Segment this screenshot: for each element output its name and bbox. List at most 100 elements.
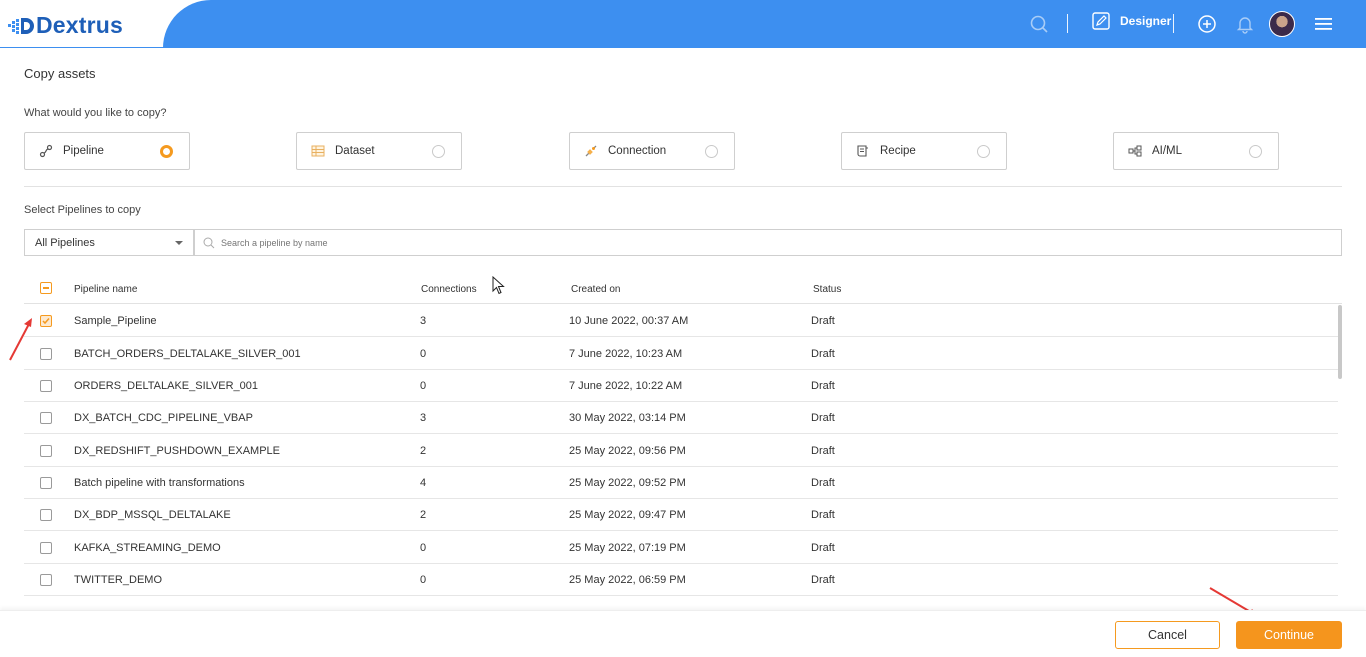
pipeline-name: BATCH_ORDERS_DELTALAKE_SILVER_001 — [74, 348, 301, 360]
asset-option-recipe[interactable]: Recipe — [841, 132, 1007, 170]
table-row[interactable]: BATCH_ORDERS_DELTALAKE_SILVER_001 0 7 Ju… — [24, 338, 1338, 370]
pipeline-search-box[interactable] — [194, 229, 1342, 256]
radio-selected[interactable] — [160, 145, 173, 158]
avatar[interactable] — [1269, 11, 1295, 37]
status: Draft — [811, 348, 835, 360]
status: Draft — [811, 315, 835, 327]
asset-option-label: Dataset — [335, 145, 375, 157]
aiml-icon — [1128, 144, 1142, 158]
table-header: Pipeline name Connections Created on Sta… — [24, 274, 1342, 304]
header-underline — [0, 47, 170, 48]
dropdown-value: All Pipelines — [35, 237, 95, 249]
pipeline-filter-dropdown[interactable]: All Pipelines — [24, 229, 194, 256]
top-header: Dextrus Designer — [0, 0, 1366, 48]
row-checkbox[interactable] — [40, 380, 52, 392]
brand-logo[interactable]: Dextrus — [8, 12, 123, 39]
table-row[interactable]: Sample_Pipeline 3 10 June 2022, 00:37 AM… — [24, 305, 1338, 337]
table-row[interactable]: Batch pipeline with transformations 4 25… — [24, 467, 1338, 499]
created-on: 7 June 2022, 10:23 AM — [569, 348, 683, 360]
page-title: Copy assets — [24, 66, 96, 81]
header-separator — [1067, 14, 1068, 33]
select-all-checkbox[interactable] — [40, 282, 52, 294]
dataset-icon — [311, 144, 325, 158]
created-on: 10 June 2022, 00:37 AM — [569, 315, 689, 327]
designer-label: Designer — [1120, 14, 1172, 28]
radio-unselected[interactable] — [1249, 145, 1262, 158]
created-on: 25 May 2022, 09:52 PM — [569, 477, 686, 489]
section-divider — [24, 186, 1342, 187]
connections-count: 0 — [420, 380, 427, 392]
table-row[interactable]: DX_BATCH_CDC_PIPELINE_VBAP 3 30 May 2022… — [24, 402, 1338, 434]
asset-option-label: Recipe — [880, 145, 916, 157]
brand-name: Dextrus — [36, 12, 124, 38]
status: Draft — [811, 542, 835, 554]
pipeline-icon — [39, 144, 53, 158]
asset-option-aiml[interactable]: AI/ML — [1113, 132, 1279, 170]
continue-button[interactable]: Continue — [1236, 621, 1342, 649]
row-checkbox[interactable] — [40, 445, 52, 457]
pipeline-name: DX_BATCH_CDC_PIPELINE_VBAP — [74, 412, 253, 424]
connections-count: 4 — [420, 477, 427, 489]
created-on: 30 May 2022, 03:14 PM — [569, 412, 686, 424]
column-header-created-on[interactable]: Created on — [571, 284, 620, 295]
connection-icon — [584, 144, 598, 158]
row-checkbox[interactable] — [40, 348, 52, 360]
asset-option-label: Pipeline — [63, 145, 104, 157]
pipeline-name: KAFKA_STREAMING_DEMO — [74, 542, 221, 554]
connections-count: 3 — [420, 412, 427, 424]
status: Draft — [811, 380, 835, 392]
header-separator — [1173, 14, 1174, 33]
row-checkbox[interactable] — [40, 315, 52, 327]
table-row[interactable]: DX_REDSHIFT_PUSHDOWN_EXAMPLE 2 25 May 20… — [24, 435, 1338, 467]
mouse-cursor-icon — [492, 276, 505, 295]
connections-count: 0 — [420, 574, 427, 586]
pipeline-name: Batch pipeline with transformations — [74, 477, 245, 489]
table-scrollbar[interactable] — [1338, 305, 1342, 379]
row-checkbox[interactable] — [40, 477, 52, 489]
radio-unselected[interactable] — [705, 145, 718, 158]
pipeline-name: DX_BDP_MSSQL_DELTALAKE — [74, 509, 231, 521]
row-checkbox[interactable] — [40, 542, 52, 554]
search-icon — [203, 237, 215, 248]
pipeline-search-input[interactable] — [221, 237, 1121, 248]
recipe-icon — [856, 144, 870, 158]
asset-option-connection[interactable]: Connection — [569, 132, 735, 170]
header-bar — [163, 0, 1366, 48]
row-checkbox[interactable] — [40, 574, 52, 586]
table-row[interactable]: DX_BDP_MSSQL_DELTALAKE 2 25 May 2022, 09… — [24, 499, 1338, 531]
table-row[interactable]: ORDERS_DELTALAKE_SILVER_001 0 7 June 202… — [24, 370, 1338, 402]
chevron-down-icon — [175, 241, 183, 245]
radio-unselected[interactable] — [977, 145, 990, 158]
search-icon[interactable] — [1027, 12, 1051, 36]
column-header-pipeline-name[interactable]: Pipeline name — [74, 284, 137, 295]
asset-option-dataset[interactable]: Dataset — [296, 132, 462, 170]
connections-count: 3 — [420, 315, 427, 327]
bell-icon[interactable] — [1233, 12, 1257, 36]
column-header-status[interactable]: Status — [813, 284, 841, 295]
designer-button[interactable]: Designer — [1092, 12, 1171, 30]
created-on: 25 May 2022, 09:56 PM — [569, 445, 686, 457]
created-on: 25 May 2022, 09:47 PM — [569, 509, 686, 521]
designer-edit-icon — [1092, 12, 1110, 30]
dextrus-logo-icon — [8, 17, 34, 34]
cancel-button[interactable]: Cancel — [1115, 621, 1220, 649]
created-on: 7 June 2022, 10:22 AM — [569, 380, 683, 392]
connections-count: 2 — [420, 445, 427, 457]
status: Draft — [811, 477, 835, 489]
row-checkbox[interactable] — [40, 509, 52, 521]
pipeline-name: TWITTER_DEMO — [74, 574, 162, 586]
add-circle-icon[interactable] — [1195, 12, 1219, 36]
pipeline-name: Sample_Pipeline — [74, 315, 157, 327]
menu-icon[interactable] — [1312, 12, 1336, 36]
radio-unselected[interactable] — [432, 145, 445, 158]
row-checkbox[interactable] — [40, 412, 52, 424]
column-header-connections[interactable]: Connections — [421, 284, 477, 295]
status: Draft — [811, 445, 835, 457]
status: Draft — [811, 574, 835, 586]
pipeline-name: DX_REDSHIFT_PUSHDOWN_EXAMPLE — [74, 445, 280, 457]
table-row[interactable]: TWITTER_DEMO 0 25 May 2022, 06:59 PM Dra… — [24, 564, 1338, 596]
created-on: 25 May 2022, 06:59 PM — [569, 574, 686, 586]
asset-type-question: What would you like to copy? — [24, 107, 167, 119]
asset-option-pipeline[interactable]: Pipeline — [24, 132, 190, 170]
table-row[interactable]: KAFKA_STREAMING_DEMO 0 25 May 2022, 07:1… — [24, 532, 1338, 564]
